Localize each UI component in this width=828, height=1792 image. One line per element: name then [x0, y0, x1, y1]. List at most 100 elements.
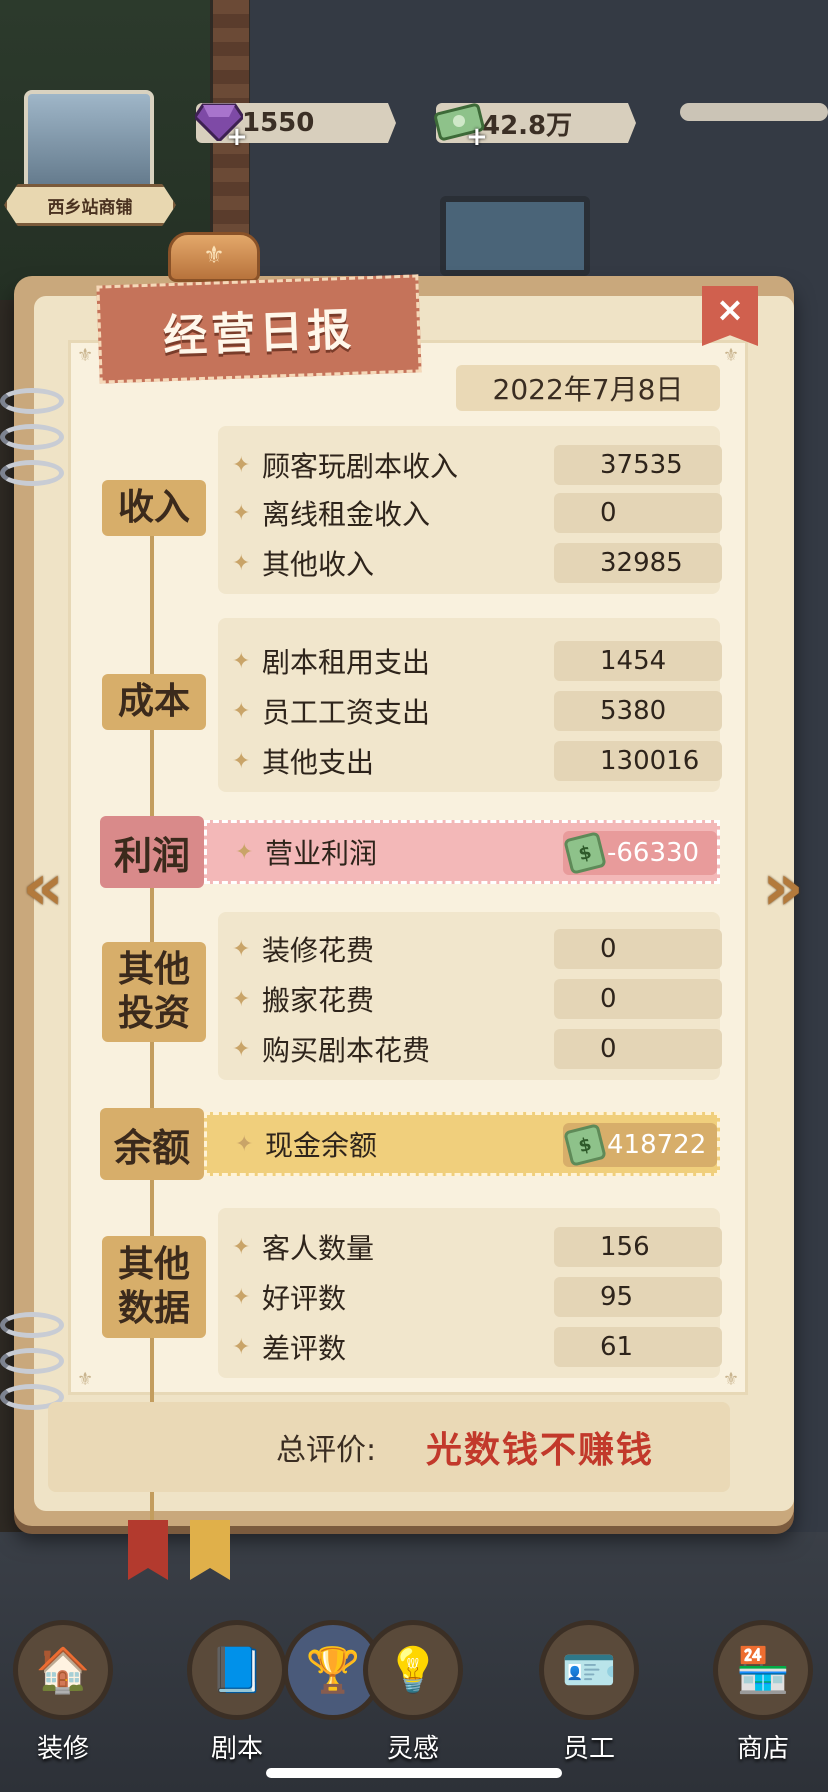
- sparkle-icon: ✦: [232, 936, 251, 962]
- nav-employees[interactable]: 🪪 员工: [534, 1620, 644, 1770]
- next-day-arrow-icon[interactable]: »: [748, 848, 818, 928]
- spiral-binding-top: [0, 388, 70, 496]
- list-item: ✦ 差评数 61: [232, 1324, 722, 1370]
- nav-label: 剧本: [210, 1734, 263, 1764]
- corner-ornament-icon: ⚜: [77, 1369, 94, 1390]
- add-cash-icon[interactable]: +: [466, 122, 488, 152]
- sparkle-icon: ✦: [232, 1036, 251, 1062]
- list-item: ✦ 顾客玩剧本收入 37535: [232, 442, 722, 488]
- row-label: 差评数: [262, 1332, 347, 1365]
- profit-value: -66330: [607, 838, 700, 868]
- lightbulb-icon: 💡: [363, 1620, 463, 1720]
- row-value: 37535: [554, 445, 722, 485]
- profit-band: 利润 ✦ 营业利润 $ -66330: [100, 816, 720, 888]
- report-date: 2022年7月8日: [456, 365, 720, 411]
- list-item: ✦ 搬家花费 0: [232, 976, 722, 1022]
- sparkle-icon: ✦: [232, 748, 251, 774]
- ring-icon: [0, 424, 64, 450]
- sparkle-icon: ✦: [232, 452, 251, 478]
- shop-icon: 🏪: [713, 1620, 813, 1720]
- profit-section-label: 利润: [100, 816, 204, 888]
- sparkle-icon: ✦: [232, 550, 251, 576]
- balance-title: 现金余额: [265, 1129, 378, 1162]
- row-label: 购买剧本花费: [262, 1034, 431, 1067]
- clipboard-clip: ⚜: [168, 232, 260, 282]
- row-value: 5380: [554, 691, 722, 731]
- add-gem-icon[interactable]: +: [226, 122, 248, 152]
- investment-section: ✦ 装修花费 0 ✦ 搬家花费 0 ✦ 购买剧本花费 0: [218, 912, 722, 1080]
- balance-section-label: 余额: [100, 1108, 204, 1180]
- income-section: ✦ 顾客玩剧本收入 37535 ✦ 离线租金收入 0 ✦ 其他收入 32985: [218, 426, 722, 594]
- previous-day-arrow-icon[interactable]: «: [8, 848, 78, 928]
- overall-rating-value: 光数钱不赚钱: [426, 1429, 655, 1471]
- nav-decorate[interactable]: 🏠 装修: [8, 1620, 118, 1770]
- list-item: ✦ 其他收入 32985: [232, 540, 722, 586]
- nav-shop[interactable]: 🏪 商店: [708, 1620, 818, 1770]
- fleur-de-lis-icon: ⚜: [203, 241, 225, 269]
- label-line: 其他: [117, 1244, 190, 1285]
- row-label: 客人数量: [262, 1232, 375, 1265]
- row-label: 好评数: [262, 1282, 347, 1315]
- nav-scripts[interactable]: 📘 剧本: [182, 1620, 292, 1770]
- nav-label: 员工: [562, 1734, 615, 1764]
- row-label: 离线租金收入: [262, 498, 431, 531]
- background-window: [440, 196, 590, 276]
- sparkle-icon: ✦: [232, 986, 251, 1012]
- overall-rating-label: 总评价:: [276, 1433, 377, 1468]
- sparkle-icon: ✦: [232, 500, 251, 526]
- gem-counter[interactable]: 1550 +: [195, 100, 396, 152]
- other-data-section-label: 其他 数据: [102, 1236, 206, 1338]
- ring-icon: [0, 1348, 64, 1374]
- list-item: ✦ 员工工资支出 5380: [232, 688, 722, 734]
- balance-band: 余额 ✦ 现金余额 $ 418722: [100, 1108, 720, 1180]
- row-label: 装修花费: [262, 934, 375, 967]
- corner-ornament-icon: ⚜: [722, 1369, 739, 1390]
- list-item: ✦ 剧本租用支出 1454: [232, 638, 722, 684]
- corner-ornament-icon: ⚜: [722, 345, 739, 366]
- shop-thumbnail[interactable]: [24, 90, 154, 200]
- other-data-section: ✦ 客人数量 156 ✦ 好评数 95 ✦ 差评数 61: [218, 1208, 722, 1378]
- nav-inspiration[interactable]: 💡 灵感: [358, 1620, 468, 1770]
- sparkle-icon: ✦: [232, 1284, 251, 1310]
- label-line: 其他: [117, 949, 190, 990]
- profit-value-box: $ -66330: [563, 831, 717, 875]
- house-icon: 🏠: [13, 1620, 113, 1720]
- sparkle-icon: ✦: [235, 839, 254, 865]
- ring-icon: [0, 388, 64, 414]
- row-value: 61: [554, 1327, 722, 1367]
- overall-rating: 总评价: 光数钱不赚钱: [48, 1402, 730, 1492]
- bottom-navigation: 🏠 装修 📘 剧本 🏆 💡 灵感 🪪 员工 🏪 商店: [0, 1620, 828, 1792]
- profit-row: ✦ 营业利润 $ -66330: [204, 820, 720, 884]
- nav-label: 灵感: [386, 1734, 439, 1764]
- row-value: 95: [554, 1277, 722, 1317]
- income-section-label: 收入: [102, 480, 206, 536]
- row-value: 32985: [554, 543, 722, 583]
- home-indicator[interactable]: [266, 1768, 562, 1778]
- row-value: 0: [554, 493, 722, 533]
- balance-row: ✦ 现金余额 $ 418722: [204, 1112, 720, 1176]
- list-item: ✦ 客人数量 156: [232, 1224, 722, 1270]
- row-label: 员工工资支出: [262, 696, 431, 729]
- row-value: 156: [554, 1227, 722, 1267]
- investment-section-label: 其他 投资: [102, 942, 206, 1042]
- cash-counter[interactable]: 42.8万 +: [434, 100, 636, 152]
- row-label: 其他收入: [262, 548, 375, 581]
- sparkle-icon: ✦: [232, 648, 251, 674]
- sparkle-icon: ✦: [235, 1131, 254, 1157]
- cost-section-label: 成本: [102, 674, 206, 730]
- script-book-icon: 📘: [187, 1620, 287, 1720]
- employee-card-icon: 🪪: [539, 1620, 639, 1720]
- sparkle-icon: ✦: [232, 698, 251, 724]
- sparkle-icon: ✦: [232, 1234, 251, 1260]
- row-label: 顾客玩剧本收入: [262, 450, 459, 483]
- row-value: 0: [554, 979, 722, 1019]
- row-value: 1454: [554, 641, 722, 681]
- cash-icon: $: [563, 831, 607, 875]
- sparkle-icon: ✦: [232, 1334, 251, 1360]
- row-value: 0: [554, 1029, 722, 1069]
- list-item: ✦ 购买剧本花费 0: [232, 1026, 722, 1072]
- ring-icon: [0, 1312, 64, 1338]
- balance-value-box: $ 418722: [563, 1123, 717, 1167]
- row-label: 剧本租用支出: [262, 646, 431, 679]
- list-item: ✦ 其他支出 130016: [232, 738, 722, 784]
